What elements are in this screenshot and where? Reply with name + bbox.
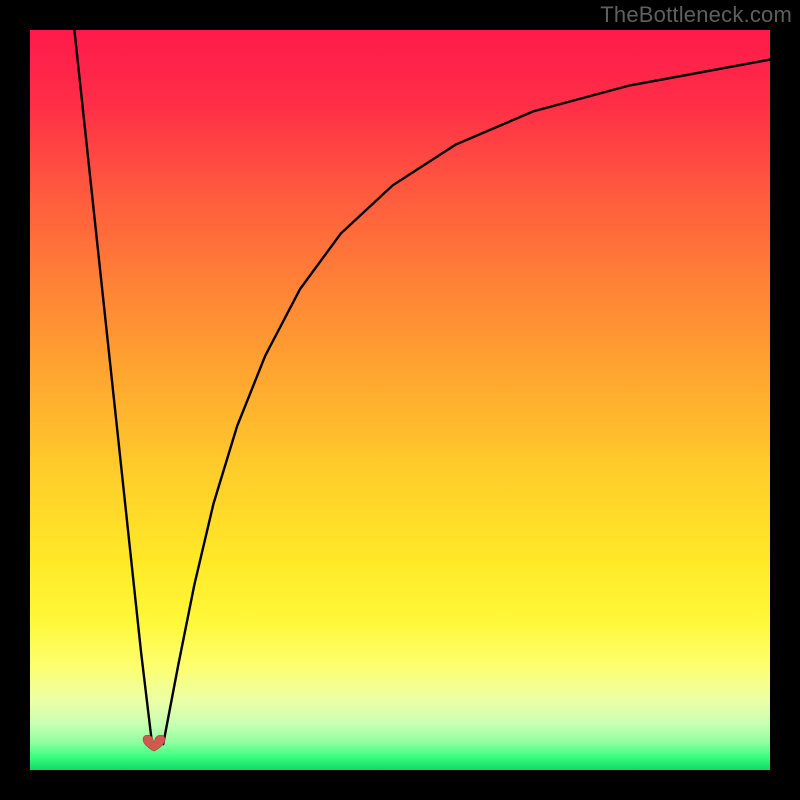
curve-left-branch <box>74 30 152 744</box>
chart-frame: TheBottleneck.com <box>0 0 800 800</box>
watermark-text: TheBottleneck.com <box>600 2 792 28</box>
bottleneck-curve <box>30 30 770 770</box>
curve-right-branch <box>163 60 770 745</box>
plot-area <box>30 30 770 770</box>
heart-icon <box>139 731 169 753</box>
